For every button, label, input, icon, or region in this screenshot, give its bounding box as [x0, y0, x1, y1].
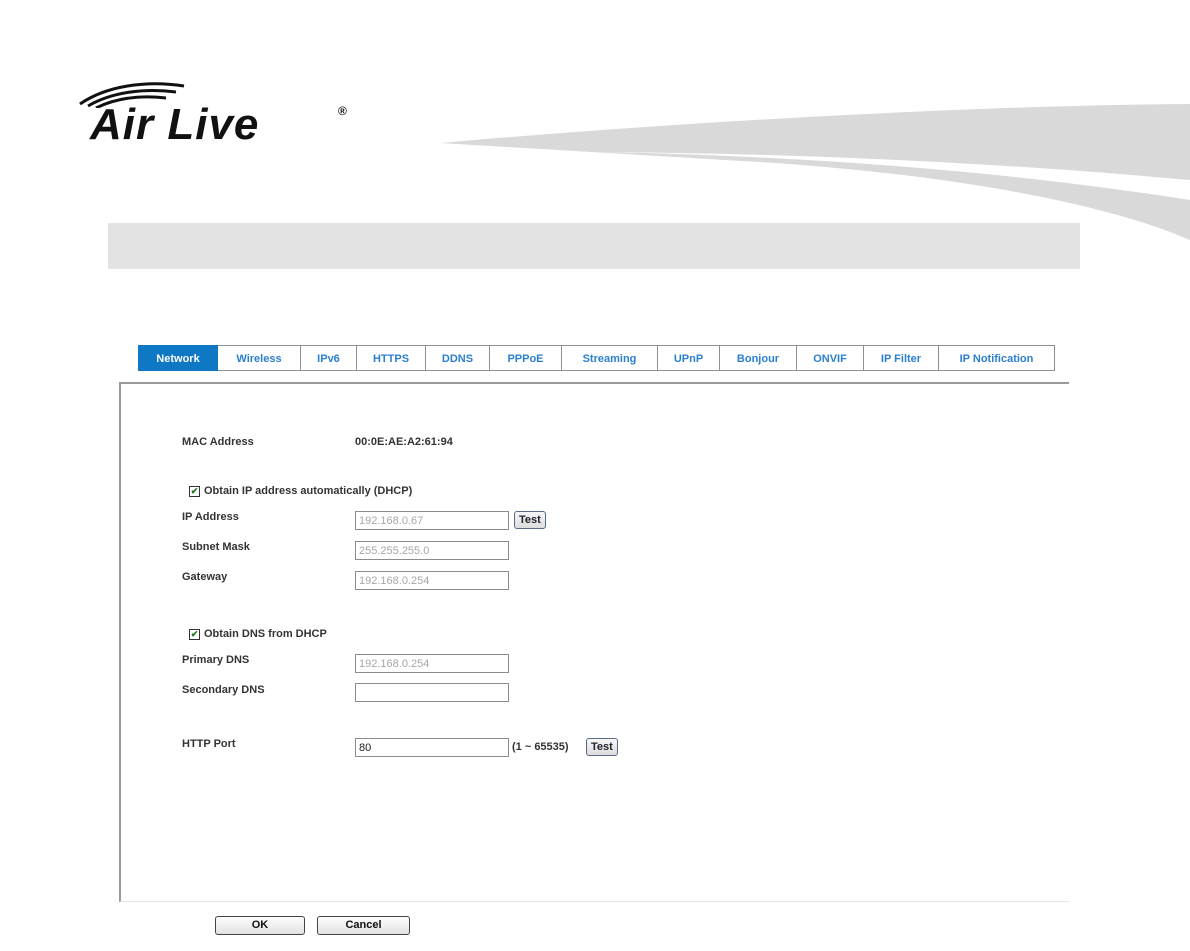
subnet-mask-label: Subnet Mask: [182, 541, 250, 553]
tab-ip-filter[interactable]: IP Filter: [864, 345, 939, 371]
cancel-button[interactable]: Cancel: [317, 916, 410, 935]
dns-dhcp-checkbox[interactable]: ✔: [189, 629, 200, 640]
ip-test-button[interactable]: Test: [514, 511, 546, 529]
tab-ddns[interactable]: DDNS: [426, 345, 490, 371]
mac-address-value: 00:0E:AE:A2:61:94: [355, 436, 453, 448]
tab-bonjour[interactable]: Bonjour: [720, 345, 797, 371]
tab-onvif[interactable]: ONVIF: [797, 345, 864, 371]
mac-address-label: MAC Address: [182, 436, 254, 448]
header-bar: [108, 223, 1080, 269]
primary-dns-input[interactable]: [355, 654, 509, 673]
http-port-range: (1 ~ 65535): [512, 741, 569, 753]
tab-https[interactable]: HTTPS: [357, 345, 426, 371]
registered-mark: ®: [338, 104, 347, 118]
tab-upnp[interactable]: UPnP: [658, 345, 720, 371]
ip-address-input[interactable]: [355, 511, 509, 530]
secondary-dns-label: Secondary DNS: [182, 684, 265, 696]
http-port-input[interactable]: [355, 738, 509, 757]
ok-button[interactable]: OK: [215, 916, 305, 935]
subnet-mask-input[interactable]: [355, 541, 509, 560]
tab-ipv6[interactable]: IPv6: [301, 345, 357, 371]
gateway-input[interactable]: [355, 571, 509, 590]
http-port-test-button[interactable]: Test: [586, 738, 618, 756]
tab-wireless[interactable]: Wireless: [218, 345, 301, 371]
dhcp-label: Obtain IP address automatically (DHCP): [204, 485, 413, 497]
settings-tabs: Network Wireless IPv6 HTTPS DDNS PPPoE S…: [138, 345, 1055, 371]
tab-streaming[interactable]: Streaming: [562, 345, 658, 371]
primary-dns-label: Primary DNS: [182, 654, 250, 666]
http-port-label: HTTP Port: [182, 738, 236, 750]
secondary-dns-input[interactable]: [355, 683, 509, 702]
network-settings-panel: [119, 382, 1069, 902]
ip-address-label: IP Address: [182, 511, 239, 523]
gateway-label: Gateway: [182, 571, 228, 583]
dhcp-checkbox[interactable]: ✔: [189, 486, 200, 497]
logo-text: Air Live: [90, 100, 260, 149]
tab-ip-notification[interactable]: IP Notification: [939, 345, 1055, 371]
tab-pppoe[interactable]: PPPoE: [490, 345, 562, 371]
dns-dhcp-label: Obtain DNS from DHCP: [204, 628, 327, 640]
tab-network[interactable]: Network: [138, 345, 218, 371]
airlive-logo: Air Live ®: [76, 78, 366, 156]
